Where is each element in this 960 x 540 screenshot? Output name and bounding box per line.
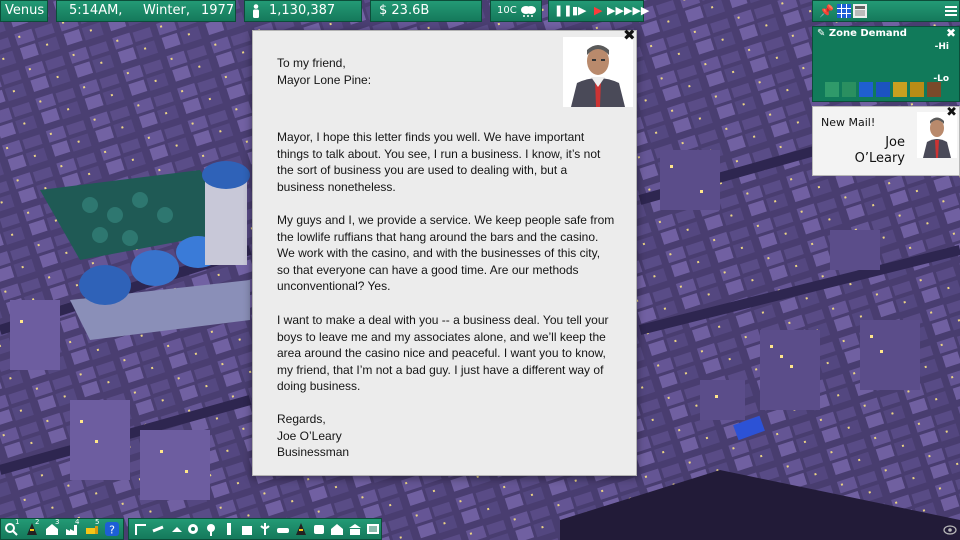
pin-icon[interactable]: 📌 xyxy=(819,4,834,18)
letter-paragraph: Mayor, I hope this letter finds you well… xyxy=(277,129,617,195)
signature-title: Businessman xyxy=(277,445,350,459)
government-icon[interactable] xyxy=(347,521,363,537)
close-icon[interactable]: ✖ xyxy=(946,105,957,120)
demand-hi-label: -Hi xyxy=(934,42,949,52)
letter-line: things to talk about. You see, I run a b… xyxy=(277,146,601,161)
industrial-zone-icon xyxy=(893,82,907,97)
help-icon[interactable]: ? xyxy=(104,521,120,537)
play-icon[interactable]: ▶ xyxy=(594,1,602,21)
mail-sender-last: O’Leary xyxy=(854,151,905,166)
zone-demand-panel: ✎ Zone Demand ✖ -Hi -Lo xyxy=(812,26,960,102)
population-value: 1,130,387 xyxy=(269,3,336,18)
letter-paragraph: My guys and I, we provide a service. We … xyxy=(277,212,617,295)
eye-icon[interactable] xyxy=(943,525,957,535)
pipe-icon[interactable] xyxy=(151,521,167,537)
health-icon[interactable] xyxy=(257,521,273,537)
road-cone-icon[interactable] xyxy=(293,521,309,537)
signature-name: Joe O’Leary xyxy=(277,428,342,443)
letter-line: the lowlife ruffians that hang around th… xyxy=(277,229,599,244)
hotkey-number: 4 xyxy=(75,518,80,526)
mail-title: New Mail! xyxy=(821,116,876,129)
zone-demand-label: Zone Demand xyxy=(828,28,907,39)
park-icon[interactable] xyxy=(203,521,219,537)
fastest-forward-icon[interactable]: ▶▶▶ xyxy=(624,1,649,21)
letter-line: area around the casino nice and peaceful… xyxy=(277,346,606,360)
commercial-zone-icon xyxy=(859,82,873,97)
hotkey-number: 5 xyxy=(95,518,100,526)
hotkey-number: 3 xyxy=(55,518,60,526)
pause-icon[interactable]: ❚❚ xyxy=(554,1,572,21)
sender-portrait xyxy=(563,37,633,107)
hotkey-number: 1 xyxy=(15,518,20,526)
snow-cloud-icon xyxy=(521,6,536,17)
road-icon[interactable] xyxy=(133,521,149,537)
date-display: 5:14AM, Winter, 1977 xyxy=(56,0,236,22)
commercial-dense-icon xyxy=(876,82,890,97)
svg-text:?: ? xyxy=(109,524,115,537)
letter-line: boys to leave me and my associates alone… xyxy=(277,329,606,344)
top-right-tools: 📌 xyxy=(812,0,960,22)
residential-dense-icon xyxy=(842,82,856,97)
time-label: 5:14AM, xyxy=(69,3,123,18)
budget-icon[interactable] xyxy=(365,521,381,537)
letter-line: the sort of business you are used to dea… xyxy=(277,163,568,177)
hotkey-number: 2 xyxy=(35,518,40,526)
transit-icon[interactable] xyxy=(311,521,327,537)
power-icon[interactable] xyxy=(169,521,185,537)
car-icon[interactable] xyxy=(275,521,291,537)
year-label: 1977 xyxy=(201,3,235,18)
new-mail-notification[interactable]: New Mail! Joe O’Leary ✖ xyxy=(812,105,960,176)
water-icon[interactable] xyxy=(185,521,201,537)
close-icon[interactable]: ✖ xyxy=(946,26,956,40)
office-zone-icon xyxy=(927,82,941,97)
letter-salutation: To my friend, Mayor Lone Pine: xyxy=(277,55,371,88)
letter-line: my friend, that I’m not a bad guy. I jus… xyxy=(277,362,604,377)
letter-line: doing business. xyxy=(277,379,361,393)
letter-paragraph: I want to make a deal with you -- a busi… xyxy=(277,312,617,395)
letter-line: unconventional? Yes. xyxy=(277,279,391,293)
letter-signoff: Regards, Joe O’Leary Businessman xyxy=(277,411,349,461)
mail-sender-first: Joe xyxy=(885,135,905,150)
residential-zone-icon xyxy=(825,82,839,97)
salutation-line: To my friend, xyxy=(277,56,346,70)
speed-controls: ❚❚ ▮▶ ▶ ▶▶ ▶▶▶ xyxy=(548,0,649,22)
grid-icon[interactable] xyxy=(837,4,851,18)
salutation-line: Mayor Lone Pine: xyxy=(277,72,372,87)
temperature-label: 10C xyxy=(497,5,517,16)
zone-demand-title: ✎ Zone Demand xyxy=(817,28,907,39)
bottom-build-toolbar xyxy=(128,518,382,540)
close-icon[interactable]: ✖ xyxy=(623,27,636,45)
building-icon[interactable] xyxy=(239,521,255,537)
fast-forward-icon[interactable]: ▶▶ xyxy=(607,1,624,21)
mail-sender: Joe O’Leary xyxy=(835,135,905,167)
industrial-dense-icon xyxy=(910,82,924,97)
menu-icon[interactable] xyxy=(945,4,957,18)
play-slow-icon[interactable]: ▮▶ xyxy=(572,1,587,21)
letter-line: I want to make a deal with you -- a busi… xyxy=(277,313,609,327)
season-label: Winter, xyxy=(143,3,190,18)
money-display: $ 23.6B xyxy=(370,0,482,22)
city-name: Venus xyxy=(0,0,48,22)
weather-display[interactable]: 10C xyxy=(490,0,542,22)
mail-letter: To my friend, Mayor Lone Pine: ✖ Mayor, … xyxy=(252,27,637,476)
house-icon[interactable] xyxy=(329,521,345,537)
letter-line: business nonetheless. xyxy=(277,179,396,194)
letter-closing: Regards, xyxy=(277,412,326,426)
pin-icon[interactable]: ✎ xyxy=(817,28,825,39)
letter-line: My guys and I, we provide a service. We … xyxy=(277,213,615,227)
tower-icon[interactable] xyxy=(221,521,237,537)
letter-line: so that everyone can have a good time. A… xyxy=(277,262,579,277)
letter-line: Mayor, I hope this letter finds you well… xyxy=(277,130,585,144)
population-display: 1,130,387 xyxy=(244,0,362,22)
person-icon xyxy=(253,4,259,18)
letter-line: We work with the casino, and with the bu… xyxy=(277,246,601,260)
newspaper-icon[interactable] xyxy=(853,4,867,18)
bottom-left-toolbar: 1 2 3 4 5 ? xyxy=(0,518,124,540)
